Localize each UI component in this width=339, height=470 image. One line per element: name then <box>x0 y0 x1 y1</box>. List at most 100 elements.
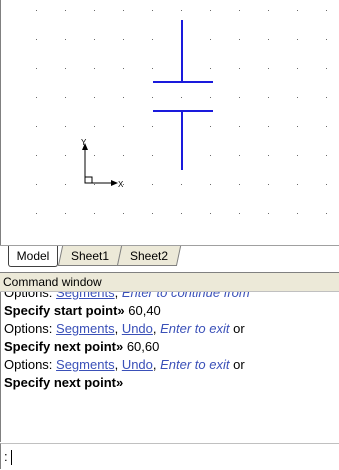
grid-dot <box>239 39 240 40</box>
grid-dot <box>181 97 182 98</box>
history-text: , <box>114 357 122 372</box>
grid-dot <box>268 126 269 127</box>
grid-dot <box>268 10 269 11</box>
grid-dot <box>94 39 95 40</box>
grid-dot <box>94 126 95 127</box>
history-line: Options: Segments, Undo, Enter to exit o… <box>1 320 339 338</box>
option-link[interactable]: Segments <box>56 357 115 372</box>
history-text: Enter to exit <box>160 357 230 372</box>
history-line: Options: Segments, Enter to continue fro… <box>1 292 339 302</box>
grid-dot <box>123 97 124 98</box>
grid-dot <box>297 126 298 127</box>
grid-dot <box>123 68 124 69</box>
grid-dot <box>65 39 66 40</box>
grid-dot <box>181 184 182 185</box>
grid-dot <box>326 68 327 69</box>
grid-dot <box>268 155 269 156</box>
grid-dot <box>123 126 124 127</box>
grid-dot <box>65 10 66 11</box>
grid-dot <box>297 213 298 214</box>
option-link[interactable]: Undo <box>122 321 153 336</box>
ucs-y-label: Y <box>81 138 87 147</box>
grid-dot <box>297 68 298 69</box>
ucs-x-label: X <box>118 180 124 189</box>
grid-dot <box>297 10 298 11</box>
grid-dot <box>268 39 269 40</box>
grid-dot <box>65 126 66 127</box>
grid-dot <box>210 39 211 40</box>
tab-model[interactable]: Model <box>8 246 58 267</box>
drawing-canvas[interactable]: Y X <box>0 0 339 245</box>
grid-dot <box>239 184 240 185</box>
grid-dot <box>152 97 153 98</box>
history-text: , <box>114 292 122 300</box>
layout-tab-bar: Model Sheet1 Sheet2 <box>0 245 339 272</box>
command-prompt: : <box>4 449 8 464</box>
history-text: Options: <box>4 357 57 372</box>
grid-dot <box>36 126 37 127</box>
grid-dot <box>210 213 211 214</box>
history-line: Options: Segments, Undo, Enter to exit o… <box>1 356 339 374</box>
tab-sheet1-label: Sheet1 <box>70 249 110 263</box>
grid-dot <box>36 213 37 214</box>
grid-dot <box>297 155 298 156</box>
grid-dot <box>326 213 327 214</box>
tab-model-label: Model <box>16 249 50 263</box>
grid-dot <box>152 39 153 40</box>
grid-dot <box>65 184 66 185</box>
grid-dot <box>123 10 124 11</box>
prompt-text: Specify next point» <box>4 375 124 390</box>
grid-dot <box>326 184 327 185</box>
history-text: or <box>229 357 245 372</box>
grid-dot <box>268 68 269 69</box>
drawing-area[interactable]: Y X <box>1 0 339 245</box>
grid-dot <box>36 97 37 98</box>
grid-dot <box>210 126 211 127</box>
grid-dot <box>152 155 153 156</box>
grid-dot <box>239 10 240 11</box>
grid-dot <box>297 39 298 40</box>
prompt-text: Specify next point» <box>4 339 127 354</box>
option-link[interactable]: Segments <box>56 292 115 300</box>
grid-dot <box>326 155 327 156</box>
grid-dot <box>152 126 153 127</box>
option-link[interactable]: Segments <box>56 321 115 336</box>
ucs-icon: Y X <box>81 138 124 189</box>
history-text: Options: <box>4 321 57 336</box>
command-history[interactable]: Options: Segments, Enter to continue fro… <box>0 292 339 442</box>
grid-dot <box>297 97 298 98</box>
grid-dot <box>152 68 153 69</box>
grid-dot <box>210 68 211 69</box>
grid-dot <box>239 126 240 127</box>
grid-dot <box>268 213 269 214</box>
grid-dot <box>152 213 153 214</box>
option-link[interactable]: Undo <box>122 357 153 372</box>
grid-dot <box>239 155 240 156</box>
grid-dot <box>326 126 327 127</box>
grid-dot <box>210 97 211 98</box>
grid-dot <box>94 10 95 11</box>
grid-dot <box>210 10 211 11</box>
grid-dot <box>94 155 95 156</box>
history-line: Specify next point» <box>1 374 339 392</box>
grid-dot <box>326 97 327 98</box>
grid-dot <box>65 97 66 98</box>
grid-dot <box>326 39 327 40</box>
grid-dot <box>65 68 66 69</box>
grid-dot <box>123 39 124 40</box>
grid-dot <box>94 213 95 214</box>
tab-sheet2[interactable]: Sheet2 <box>116 246 182 266</box>
history-line: Specify next point» 60,60 <box>1 338 339 356</box>
tab-sheet2-label: Sheet2 <box>129 249 169 263</box>
grid-dot <box>239 68 240 69</box>
grid-dot <box>239 213 240 214</box>
command-input[interactable]: : <box>0 443 339 469</box>
grid-dot <box>36 184 37 185</box>
tab-sheet1[interactable]: Sheet1 <box>57 246 123 266</box>
history-text: Options: <box>4 292 57 300</box>
prompt-text: Specify start point» <box>4 303 129 318</box>
grid-dot <box>36 155 37 156</box>
grid-dot <box>36 39 37 40</box>
grid-dot <box>239 97 240 98</box>
grid-dot <box>152 184 153 185</box>
